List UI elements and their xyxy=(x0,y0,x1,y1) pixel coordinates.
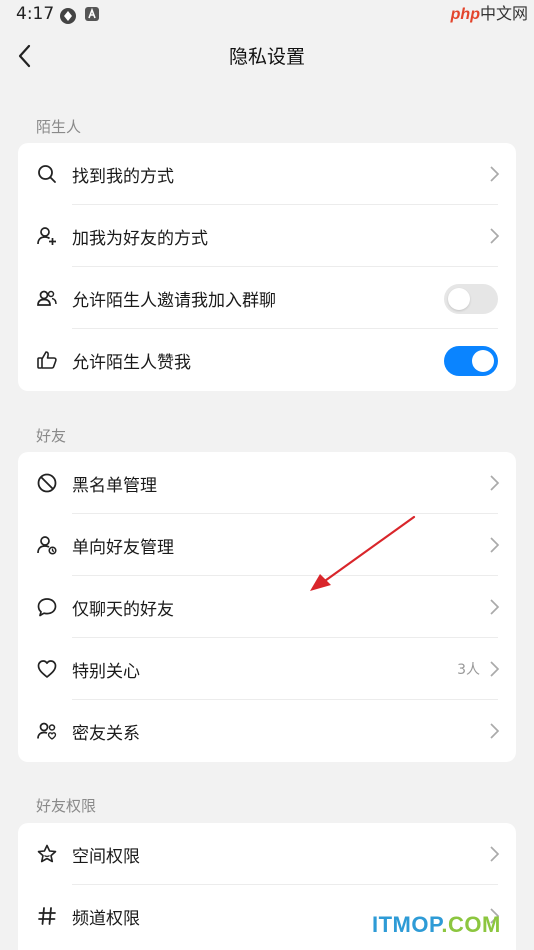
chevron-right-icon xyxy=(488,722,500,740)
toggle-knob xyxy=(472,350,494,372)
watermark-bottom: ITMOP.COM xyxy=(372,912,501,938)
chevron-right-icon xyxy=(488,165,500,183)
chevron-right-icon xyxy=(488,227,500,245)
setting-row-space-permission[interactable]: 空间权限 xyxy=(18,823,516,885)
chevron-right-icon xyxy=(488,598,500,616)
setting-row-add-me[interactable]: 加我为好友的方式 xyxy=(18,205,516,267)
watermark-com: .COM xyxy=(441,912,501,937)
watermark-cn: 中文网 xyxy=(479,4,528,23)
row-label: 空间权限 xyxy=(72,847,140,867)
block-icon xyxy=(36,472,58,494)
row-label: 密友关系 xyxy=(72,724,140,744)
row-label: 黑名单管理 xyxy=(72,476,157,496)
row-label: 特别关心 xyxy=(72,662,140,682)
setting-row-allow-like: 允许陌生人赞我 xyxy=(18,329,516,391)
watermark-top: php中文网 xyxy=(451,0,528,24)
row-label: 找到我的方式 xyxy=(72,167,174,187)
status-time: 4:17 xyxy=(16,4,55,24)
heart-icon xyxy=(36,658,58,680)
setting-row-blacklist[interactable]: 黑名单管理 xyxy=(18,452,516,514)
add-user-icon xyxy=(36,225,58,247)
setting-row-chat-only[interactable]: 仅聊天的好友 xyxy=(18,576,516,638)
toggle-allow-like[interactable] xyxy=(444,346,498,376)
annotation-arrow xyxy=(310,515,416,591)
setting-row-group-invite: 允许陌生人邀请我加入群聊 xyxy=(18,267,516,329)
setting-row-special-care[interactable]: 特别关心 3人 xyxy=(18,638,516,700)
row-label: 仅聊天的好友 xyxy=(72,600,174,620)
section-label-friends: 好友 xyxy=(36,427,67,445)
row-label: 单向好友管理 xyxy=(72,538,174,558)
one-way-friend-icon xyxy=(36,534,58,556)
toggle-group-invite[interactable] xyxy=(444,284,498,314)
thumbs-up-icon xyxy=(36,349,58,371)
special-care-count: 3人 xyxy=(457,662,480,678)
row-label: 允许陌生人赞我 xyxy=(72,353,191,373)
section-label-friend-permissions: 好友权限 xyxy=(36,797,97,815)
chevron-right-icon xyxy=(488,536,500,554)
search-icon xyxy=(36,163,58,185)
chevron-right-icon xyxy=(488,660,500,678)
row-label: 允许陌生人邀请我加入群聊 xyxy=(72,291,276,311)
chevron-right-icon xyxy=(488,845,500,863)
page-title: 隐私设置 xyxy=(228,46,305,68)
setting-row-close-friends[interactable]: 密友关系 xyxy=(18,700,516,762)
card-friends: 黑名单管理 单向好友管理 仅聊天的好友 特别关心 3人 密友关系 xyxy=(18,452,516,762)
chevron-right-icon xyxy=(488,474,500,492)
row-label: 加我为好友的方式 xyxy=(72,229,208,249)
close-friends-icon xyxy=(36,720,58,742)
section-label-strangers: 陌生人 xyxy=(36,118,82,136)
setting-row-find-me[interactable]: 找到我的方式 xyxy=(18,143,516,205)
setting-row-one-way-friends[interactable]: 单向好友管理 xyxy=(18,514,516,576)
toggle-knob xyxy=(448,288,470,310)
nav-header: 隐私设置 xyxy=(0,30,534,82)
star-icon xyxy=(36,843,58,865)
notification-a-icon xyxy=(84,6,100,26)
chat-bubble-icon xyxy=(36,596,58,618)
row-label: 频道权限 xyxy=(72,909,140,929)
card-strangers: 找到我的方式 加我为好友的方式 允许陌生人邀请我加入群聊 允许陌生人赞我 xyxy=(18,143,516,391)
watermark-itmop: ITMOP xyxy=(372,912,442,937)
status-bar: 4:17 php中文网 xyxy=(0,0,534,30)
hash-icon xyxy=(36,905,58,927)
group-icon xyxy=(36,287,58,309)
app-notification-icon xyxy=(58,6,78,30)
watermark-php: php xyxy=(450,6,480,23)
